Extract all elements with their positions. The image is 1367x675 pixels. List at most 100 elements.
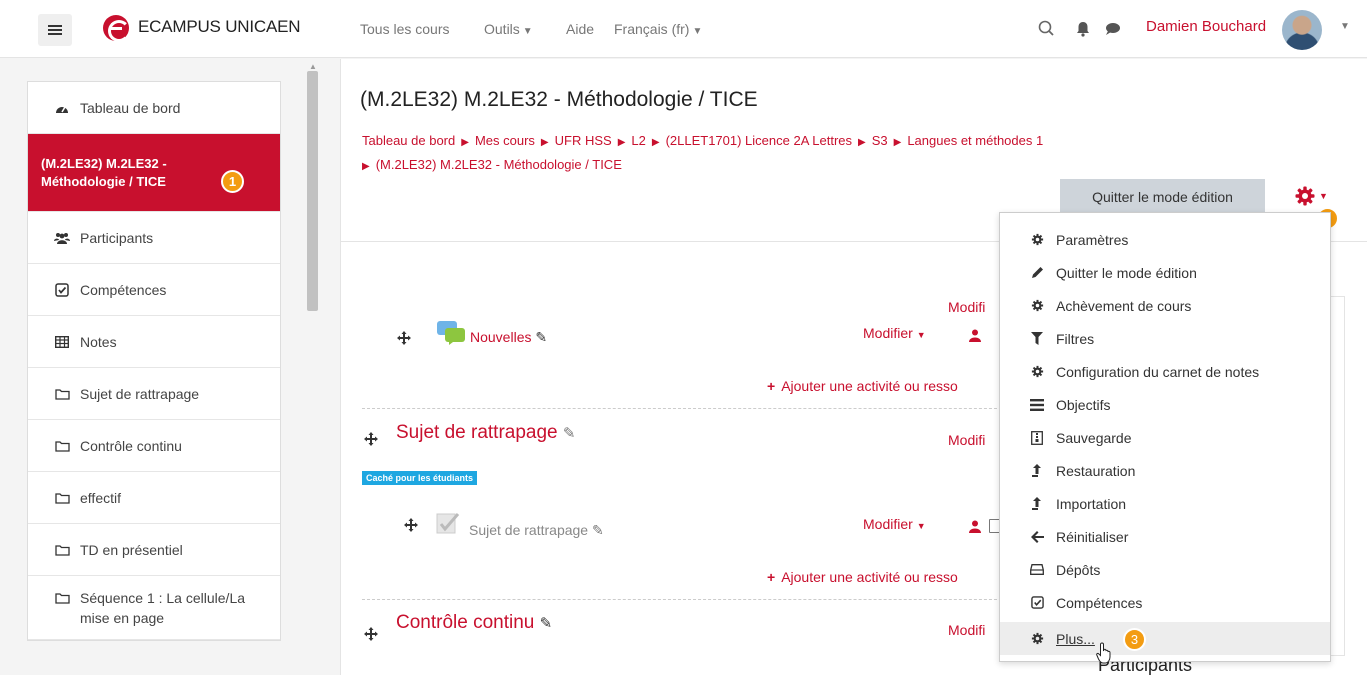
menu-item-reset[interactable]: Réinitialiser — [1000, 520, 1330, 553]
drawer-item-section[interactable]: TD en présentiel — [28, 524, 280, 576]
breadcrumb-item[interactable]: (M.2LE32) M.2LE32 - Méthodologie / TICE — [376, 157, 622, 172]
drawer-item-section[interactable]: effectif — [28, 472, 280, 524]
section-title[interactable]: Sujet de rattrapage ✎ — [396, 422, 575, 444]
avatar[interactable] — [1282, 10, 1322, 50]
caret-down-icon[interactable]: ▼ — [1340, 21, 1350, 32]
list-icon — [1030, 398, 1044, 412]
pencil-icon[interactable]: ✎ — [540, 615, 553, 632]
site-logo-icon[interactable] — [103, 15, 130, 42]
breadcrumb: Tableau de bord ▶ Mes cours ▶ UFR HSS ▶ L2 ▶ (2L… — [362, 130, 1302, 178]
gear-icon — [1030, 299, 1044, 313]
menu-item-repositories[interactable]: Dépôts — [1000, 553, 1330, 586]
menu-item-restore[interactable]: Restauration — [1000, 454, 1330, 487]
menu-toggle-button[interactable] — [38, 14, 72, 46]
hidden-status-badge: Caché pour les étudiants — [362, 471, 478, 485]
menu-item-competencies[interactable]: Compétences — [1000, 586, 1330, 619]
chat-icon[interactable] — [1103, 19, 1123, 39]
page: ECAMPUS UNICAEN Tous les cours Outils ▼ A… — [0, 0, 1367, 675]
edit-section-link[interactable]: Modifi — [948, 299, 985, 315]
nav-help[interactable]: Aide — [566, 21, 594, 37]
menu-item-settings[interactable]: Paramètres — [1000, 223, 1330, 256]
menu-item-import[interactable]: Importation — [1000, 487, 1330, 520]
move-icon[interactable] — [364, 432, 378, 446]
drawer-item-label: Séquence 1 : La cellule/La mise en page — [80, 590, 246, 626]
breadcrumb-item[interactable]: Tableau de bord — [362, 133, 455, 148]
drawer-item-dashboard[interactable]: Tableau de bord — [28, 82, 280, 134]
add-activity-link[interactable]: + Ajouter une activité ou resso — [767, 569, 958, 585]
activity-link-news[interactable]: Nouvelles ✎ — [470, 329, 547, 346]
section-title-label: Contrôle continu — [396, 612, 535, 633]
activity-label: Sujet de rattrapage — [469, 522, 589, 538]
edit-activity-dropdown[interactable]: Modifier ▼ — [863, 516, 926, 532]
edit-label: Modifier — [863, 516, 913, 532]
breadcrumb-item[interactable]: (2LLET1701) Licence 2A Lettres — [666, 133, 852, 148]
drawer-item-current-course[interactable]: (M.2LE32) M.2LE32 - Méthodologie / TICE … — [28, 134, 280, 212]
drawer-item-participants[interactable]: Participants — [28, 212, 280, 264]
pencil-icon[interactable]: ✎ — [563, 425, 576, 442]
scroll-up-icon[interactable]: ▲ — [309, 62, 317, 71]
search-icon[interactable] — [1036, 18, 1058, 40]
breadcrumb-item[interactable]: Mes cours — [475, 133, 535, 148]
user-icon[interactable] — [969, 520, 981, 533]
menu-item-backup[interactable]: Sauvegarde — [1000, 421, 1330, 454]
menu-item-filters[interactable]: Filtres — [1000, 322, 1330, 355]
breadcrumb-separator-icon: ▶ — [651, 137, 660, 148]
edit-activity-dropdown[interactable]: Modifier ▼ — [863, 325, 926, 341]
menu-item-more[interactable]: Plus... — [1000, 622, 1330, 655]
move-icon[interactable] — [404, 518, 418, 532]
breadcrumb-separator-icon: ▶ — [540, 137, 549, 148]
menu-item-label: Plus... — [1056, 630, 1095, 647]
course-actions-menu[interactable]: ▼ — [1294, 185, 1330, 207]
menu-item-completion[interactable]: Achèvement de cours — [1000, 289, 1330, 322]
folder-icon — [54, 542, 70, 558]
breadcrumb-item[interactable]: Langues et méthodes 1 — [907, 133, 1043, 148]
pencil-icon — [1030, 266, 1044, 280]
drawer-item-section[interactable]: Sujet de rattrapage — [28, 368, 280, 420]
breadcrumb-item[interactable]: S3 — [872, 133, 888, 148]
section-title[interactable]: Contrôle continu ✎ — [396, 612, 552, 634]
nav-tools-label: Outils — [484, 21, 520, 37]
drawer-item-grades[interactable]: Notes — [28, 316, 280, 368]
site-name[interactable]: ECAMPUS UNICAEN — [138, 17, 301, 37]
caret-down-icon: ▼ — [692, 26, 703, 37]
quit-edit-mode-button[interactable]: Quitter le mode édition — [1060, 179, 1265, 215]
pencil-icon[interactable]: ✎ — [592, 522, 604, 538]
menu-item-quit-edit[interactable]: Quitter le mode édition — [1000, 256, 1330, 289]
nav-language-dropdown[interactable]: Français (fr) ▼ — [614, 21, 702, 37]
drawer-scrollbar[interactable] — [307, 71, 318, 311]
gear-icon — [1295, 186, 1315, 206]
menu-item-gradebook-setup[interactable]: Configuration du carnet de notes — [1000, 355, 1330, 388]
breadcrumb-separator-icon: ▶ — [893, 137, 902, 148]
drawer-item-competencies[interactable]: Compétences — [28, 264, 280, 316]
user-menu-name[interactable]: Damien Bouchard — [1146, 18, 1266, 35]
archive-icon — [1030, 430, 1044, 445]
upload-icon — [1030, 464, 1044, 478]
drawer-item-label: TD en présentiel — [80, 541, 183, 558]
page-title: (M.2LE32) M.2LE32 - Méthodologie / TICE — [360, 88, 758, 111]
drawer-item-section[interactable]: Contrôle continu — [28, 420, 280, 472]
breadcrumb-separator-icon: ▶ — [362, 161, 370, 172]
check-square-icon — [1030, 596, 1044, 610]
pencil-icon[interactable]: ✎ — [535, 329, 547, 345]
breadcrumb-item[interactable]: UFR HSS — [555, 133, 612, 148]
drawer-list: Tableau de bord (M.2LE32) M.2LE32 - Méth… — [27, 81, 281, 641]
nav-all-courses[interactable]: Tous les cours — [360, 21, 449, 37]
nav-tools-dropdown[interactable]: Outils ▼ — [484, 21, 533, 37]
menu-item-label: Importation — [1056, 495, 1127, 512]
add-activity-link[interactable]: + Ajouter une activité ou resso — [767, 378, 958, 394]
menu-item-outcomes[interactable]: Objectifs — [1000, 388, 1330, 421]
bell-icon[interactable] — [1074, 19, 1092, 39]
activity-label: Nouvelles — [470, 329, 532, 345]
move-icon[interactable] — [397, 331, 411, 345]
breadcrumb-item[interactable]: L2 — [631, 133, 645, 148]
top-navbar: ECAMPUS UNICAEN Tous les cours Outils ▼ A… — [0, 0, 1367, 58]
assignment-icon — [436, 513, 460, 534]
activity-link-assignment[interactable]: Sujet de rattrapage ✎ — [469, 522, 604, 539]
edit-section-link[interactable]: Modifi — [948, 622, 985, 638]
hand-cursor-icon — [1096, 642, 1111, 664]
user-icon[interactable] — [969, 329, 981, 342]
move-icon[interactable] — [364, 627, 378, 641]
drawer-item-section[interactable]: Séquence 1 : La cellule/La mise en page — [28, 576, 280, 640]
menu-item-label: Achèvement de cours — [1056, 297, 1192, 314]
edit-section-link[interactable]: Modifi — [948, 432, 985, 448]
